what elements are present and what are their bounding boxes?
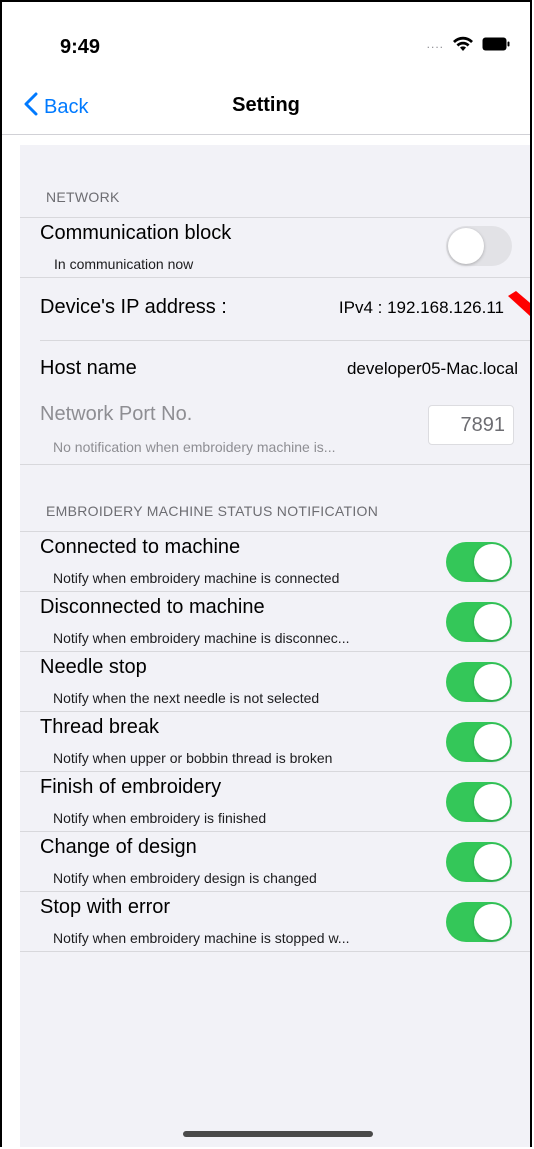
notification-subtitle: Notify when upper or bobbin thread is br… [53, 750, 333, 766]
notification-title: Disconnected to machine [40, 596, 265, 618]
notification-title: Connected to machine [40, 536, 241, 558]
notification-title: Stop with error [40, 896, 171, 918]
host-name-label: Host name [40, 357, 137, 379]
notification-title: Finish of embroidery [40, 776, 222, 798]
connected-toggle[interactable] [446, 542, 512, 582]
battery-icon [482, 37, 510, 51]
network-port-field[interactable]: 7891 [428, 405, 514, 445]
navigation-bar: Back Setting [2, 80, 530, 135]
network-port-subtitle: No notification when embroidery machine … [53, 439, 336, 455]
notification-group: Connected to machine Notify when embroid… [20, 531, 530, 952]
stop-error-toggle[interactable] [446, 902, 512, 942]
communication-block-row: Communication block In communication now [20, 218, 530, 278]
notification-row: Stop with error Notify when embroidery m… [20, 892, 530, 952]
notification-row: Connected to machine Notify when embroid… [20, 532, 530, 592]
notification-subtitle: Notify when embroidery is finished [53, 810, 267, 826]
ip-address-row: Device's IP address : IPv4 : 192.168.126… [20, 278, 530, 340]
notification-subtitle: Notify when embroidery design is changed [53, 870, 317, 886]
status-time: 9:49 [60, 36, 101, 58]
notification-row: Finish of embroidery Notify when embroid… [20, 772, 530, 832]
status-bar: 9:49 .... [2, 2, 530, 82]
notification-subtitle: Notify when embroidery machine is discon… [53, 630, 350, 646]
notification-title: Change of design [40, 836, 197, 858]
notification-title: Needle stop [40, 656, 147, 678]
host-name-row: Host name developer05-Mac.local [20, 341, 530, 399]
settings-list: NETWORK Communication block In communica… [20, 145, 530, 1147]
notification-row: Disconnected to machine Notify when embr… [20, 592, 530, 652]
host-name-value: developer05-Mac.local [346, 359, 518, 378]
notification-subtitle: Notify when embroidery machine is connec… [53, 570, 340, 586]
wifi-icon [452, 36, 474, 52]
change-design-toggle[interactable] [446, 842, 512, 882]
communication-block-title: Communication block [40, 222, 232, 244]
communication-block-subtitle: In communication now [54, 256, 194, 272]
status-icons: .... [427, 36, 510, 52]
thread-break-toggle[interactable] [446, 722, 512, 762]
notification-subtitle: Notify when embroidery machine is stoppe… [53, 930, 350, 946]
finish-embroidery-toggle[interactable] [446, 782, 512, 822]
notification-subtitle: Notify when the next needle is not selec… [53, 690, 320, 706]
notification-row: Change of design Notify when embroidery … [20, 832, 530, 892]
ip-address-label: Device's IP address : [40, 296, 227, 318]
network-port-label: Network Port No. [40, 403, 193, 425]
needle-stop-toggle[interactable] [446, 662, 512, 702]
notification-section-header: EMBROIDERY MACHINE STATUS NOTIFICATION [46, 503, 379, 519]
ip-address-value: IPv4 : 192.168.126.11 [338, 298, 504, 317]
device-frame: 9:49 .... Back Setting NETWORK Communica… [0, 0, 532, 1147]
network-section-header: NETWORK [46, 189, 120, 205]
notification-row: Thread break Notify when upper or bobbin… [20, 712, 530, 772]
communication-block-toggle[interactable] [446, 226, 512, 266]
signal-icon: .... [426, 37, 444, 51]
disconnected-toggle[interactable] [446, 602, 512, 642]
notification-row: Needle stop Notify when the next needle … [20, 652, 530, 712]
notification-title: Thread break [40, 716, 159, 738]
home-indicator [183, 1131, 373, 1137]
annotation-arrow-icon [506, 290, 530, 329]
page-title: Setting [232, 94, 300, 116]
